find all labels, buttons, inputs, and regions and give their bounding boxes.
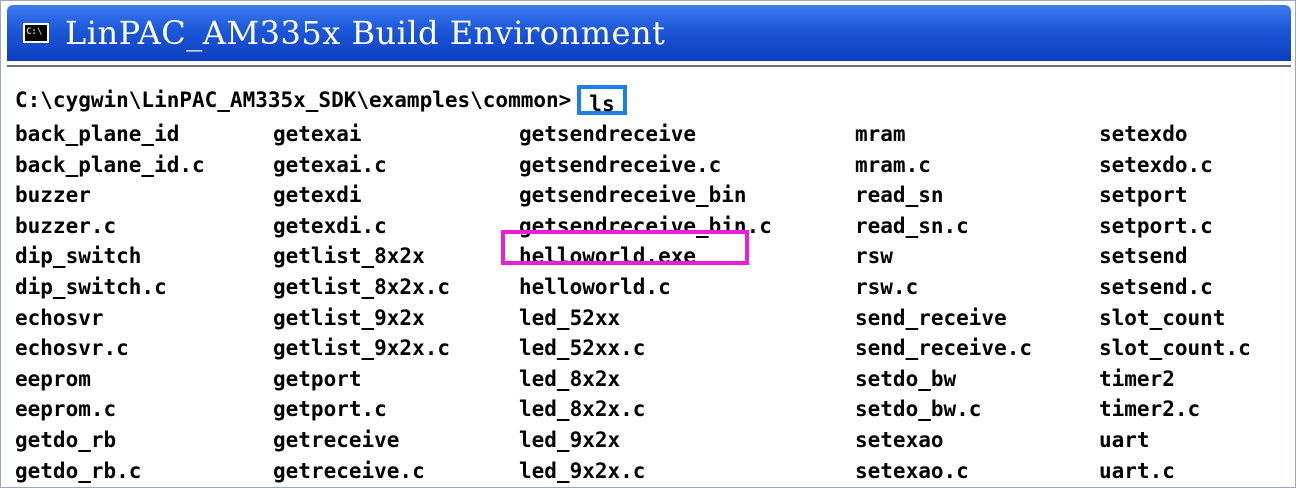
file-entry: rsw.c [855,274,919,299]
file-entry: dip_switch.c [15,274,167,299]
file-entry: setport [1099,183,1188,208]
file-entry: setexdo.c [1099,152,1213,177]
file-entry: read_sn.c [855,213,969,238]
file-entry: rsw [855,244,893,269]
file-entry: setexao.c [855,458,969,483]
file-entry: getsendreceive [519,122,697,146]
file-entry: slot_count [1099,305,1226,330]
file-entry: getport [273,366,362,391]
file-entry: getlist_9x2x.c [273,336,451,361]
file-entry: led_9x2x.c [519,458,646,483]
file-entry: getlist_8x2x.c [273,274,451,299]
file-entry: setdo_bw [855,366,957,391]
file-entry: getlist_8x2x [273,244,425,269]
console-window: LinPAC_AM335x Build Environment C:\cygwi… [0,0,1296,488]
file-entry: getlist_9x2x [273,305,425,330]
prompt-path: C:\cygwin\LinPAC_AM335x_SDK\examples\com… [15,88,572,112]
file-entry: send_receive [855,305,1007,330]
file-entry: eeprom [15,366,91,391]
file-entry: echosvr.c [15,336,129,361]
file-entry: led_8x2x [519,366,621,391]
file-entry: buzzer.c [15,213,117,238]
file-entry: setexao [855,427,944,452]
file-entry: echosvr [15,305,104,330]
command-text: ls [589,92,615,116]
file-entry: setexdo [1099,122,1188,146]
file-entry: back_plane_id [15,122,180,146]
file-entry: getexdi [273,183,362,208]
file-entry: eeprom.c [15,397,117,422]
file-entry: timer2.c [1099,397,1201,422]
file-entry: setdo_bw.c [855,397,982,422]
file-entry: getdo_rb [15,427,117,452]
command-ls-highlight: ls [577,85,627,116]
file-entry: helloworld.exe [519,244,697,269]
file-entry: uart.c [1099,458,1175,483]
cmd-icon[interactable] [23,23,49,43]
file-entry: getsendreceive_bin [519,183,747,208]
file-entry: mram [855,122,906,146]
file-entry: uart [1099,427,1150,452]
prompt-line: C:\cygwin\LinPAC_AM335x_SDK\examples\com… [15,85,627,116]
file-entry: read_sn [855,183,944,208]
file-entry: getexai [273,122,362,146]
file-entry: getreceive [273,427,400,452]
file-entry: getreceive.c [273,458,425,483]
file-entry: led_9x2x [519,427,621,452]
file-entry: led_52xx [519,305,621,330]
file-entry: getsendreceive_bin.c [519,213,772,238]
file-entry: led_52xx.c [519,336,646,361]
file-entry: setsend.c [1099,274,1213,299]
file-entry: buzzer [15,183,91,208]
file-entry: timer2 [1099,366,1175,391]
file-entry: mram.c [855,152,931,177]
file-entry: dip_switch [15,244,142,269]
file-entry: getexai.c [273,152,387,177]
console-output[interactable]: C:\cygwin\LinPAC_AM335x_SDK\examples\com… [7,65,1291,485]
window-title: LinPAC_AM335x Build Environment [65,14,666,52]
file-entry: setport.c [1099,213,1213,238]
file-entry: helloworld.c [519,274,671,299]
file-entry: send_receive.c [855,336,1033,361]
file-entry: back_plane_id.c [15,152,205,177]
file-entry: getsendreceive.c [519,152,722,177]
file-entry: getport.c [273,397,387,422]
file-entry: getexdi.c [273,213,387,238]
file-entry: getdo_rb.c [15,458,142,483]
title-bar[interactable]: LinPAC_AM335x Build Environment [7,5,1291,61]
file-entry: led_8x2x.c [519,397,646,422]
file-entry: slot_count.c [1099,336,1251,361]
file-entry: setsend [1099,244,1188,269]
